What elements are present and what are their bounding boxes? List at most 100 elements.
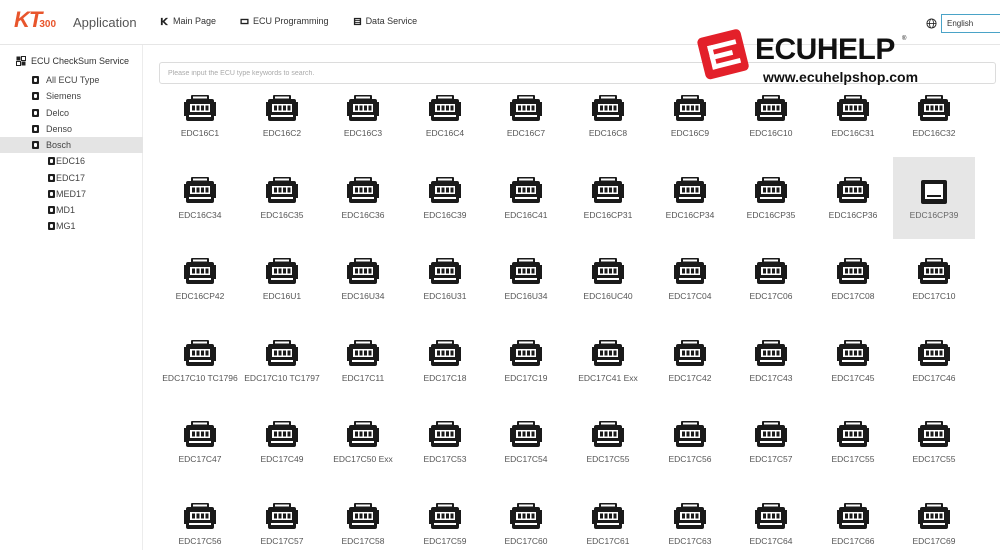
sidebar-item[interactable]: EDC17 bbox=[0, 170, 143, 186]
ecu-item[interactable]: EDC16CP31 bbox=[567, 157, 649, 239]
ecu-item[interactable]: EDC17C47 bbox=[159, 401, 241, 483]
ecu-item[interactable]: EDC17C59 bbox=[404, 483, 486, 550]
ecu-item[interactable]: EDC16C9 bbox=[649, 75, 731, 157]
ecu-item[interactable]: EDC16C31 bbox=[812, 75, 894, 157]
ecu-item[interactable]: EDC17C53 bbox=[404, 401, 486, 483]
ecu-item[interactable]: EDC16C3 bbox=[322, 75, 404, 157]
ecu-item[interactable]: EDC16U34 bbox=[485, 238, 567, 320]
ecu-item[interactable]: EDC17C58 bbox=[322, 483, 404, 550]
ecu-item[interactable]: EDC16C4 bbox=[404, 75, 486, 157]
ecu-item[interactable]: EDC16CP39 bbox=[893, 157, 975, 239]
watermark-url: www.ecuhelpshop.com bbox=[763, 69, 919, 85]
ecu-module-icon bbox=[428, 338, 462, 372]
watermark-registered: ® bbox=[902, 36, 907, 42]
ecu-item[interactable]: EDC16C8 bbox=[567, 75, 649, 157]
ecu-item[interactable]: EDC16C32 bbox=[893, 75, 975, 157]
ecu-item[interactable]: EDC17C06 bbox=[730, 238, 812, 320]
ecu-item[interactable]: EDC17C46 bbox=[893, 320, 975, 402]
ecu-module-icon bbox=[917, 93, 951, 127]
ecu-item[interactable]: EDC16C36 bbox=[322, 157, 404, 239]
sidebar-item[interactable]: All ECU Type bbox=[0, 72, 143, 88]
ecu-item[interactable]: EDC17C55 bbox=[567, 401, 649, 483]
ecu-item[interactable]: EDC17C69 bbox=[893, 483, 975, 550]
ecu-module-icon bbox=[754, 256, 788, 290]
language-select[interactable]: English bbox=[941, 14, 1000, 33]
ecu-module-icon bbox=[509, 419, 543, 453]
ecu-item[interactable]: EDC17C57 bbox=[730, 401, 812, 483]
ecu-item[interactable]: EDC17C60 bbox=[485, 483, 567, 550]
ecu-module-icon bbox=[346, 175, 380, 209]
nav-data-service[interactable]: Data Service bbox=[353, 16, 418, 26]
ecu-item[interactable]: EDC17C04 bbox=[649, 238, 731, 320]
sidebar-item-label: Denso bbox=[46, 124, 73, 134]
ecu-item[interactable]: EDC17C10 TC1796 bbox=[159, 320, 241, 402]
ecu-item[interactable]: EDC17C08 bbox=[812, 238, 894, 320]
sidebar-item[interactable]: MED17 bbox=[0, 186, 143, 202]
ecu-item[interactable]: EDC17C64 bbox=[730, 483, 812, 550]
ecu-item[interactable]: EDC17C49 bbox=[241, 401, 323, 483]
ecu-item[interactable]: EDC16CP36 bbox=[812, 157, 894, 239]
sidebar-item[interactable]: Siemens bbox=[0, 88, 143, 104]
ecu-item-label: EDC16C35 bbox=[260, 210, 304, 220]
ecu-item[interactable]: EDC17C61 bbox=[567, 483, 649, 550]
ecu-item-label: EDC16C34 bbox=[178, 210, 222, 220]
ecu-item[interactable]: EDC17C19 bbox=[485, 320, 567, 402]
sidebar-item[interactable]: Bosch bbox=[0, 137, 143, 153]
ecu-item[interactable]: EDC17C18 bbox=[404, 320, 486, 402]
ecu-item[interactable]: EDC17C10 bbox=[893, 238, 975, 320]
ecu-item[interactable]: EDC16C7 bbox=[485, 75, 567, 157]
ecu-item-label: EDC16C32 bbox=[912, 128, 956, 138]
ecu-item[interactable]: EDC17C43 bbox=[730, 320, 812, 402]
nav-main-page[interactable]: Main Page bbox=[160, 16, 216, 26]
ecu-item[interactable]: EDC17C45 bbox=[812, 320, 894, 402]
ecu-item[interactable]: EDC16U34 bbox=[322, 238, 404, 320]
ecu-item[interactable]: EDC17C41 Exx bbox=[567, 320, 649, 402]
ecu-item[interactable]: EDC16C35 bbox=[241, 157, 323, 239]
ecu-item-label: EDC17C53 bbox=[423, 454, 467, 464]
ecu-module-icon bbox=[673, 256, 707, 290]
ecu-item[interactable]: EDC16C10 bbox=[730, 75, 812, 157]
sidebar-item-label: All ECU Type bbox=[46, 75, 100, 85]
ecu-item[interactable]: EDC16C39 bbox=[404, 157, 486, 239]
sidebar-item[interactable]: MD1 bbox=[0, 202, 143, 218]
ecu-item[interactable]: EDC16CP34 bbox=[649, 157, 731, 239]
ecu-item-label: EDC16CP34 bbox=[665, 210, 715, 220]
ecu-module-icon bbox=[265, 419, 299, 453]
nav-ecu-programming[interactable]: ECU Programming bbox=[240, 16, 329, 26]
ecu-item[interactable]: EDC17C63 bbox=[649, 483, 731, 550]
sidebar-item[interactable]: Delco bbox=[0, 105, 143, 121]
ecu-item[interactable]: EDC16C41 bbox=[485, 157, 567, 239]
nav-label: Data Service bbox=[365, 16, 418, 26]
sidebar-item[interactable]: Denso bbox=[0, 121, 143, 137]
ecu-item-label: EDC16U34 bbox=[504, 291, 548, 301]
ecu-item-label: EDC17C18 bbox=[423, 373, 467, 383]
ecu-item[interactable]: EDC16CP35 bbox=[730, 157, 812, 239]
ecu-item[interactable]: EDC16C2 bbox=[241, 75, 323, 157]
ecu-module-icon bbox=[265, 501, 299, 535]
ecu-item[interactable]: EDC17C57 bbox=[241, 483, 323, 550]
ecu-item[interactable]: EDC17C55 bbox=[812, 401, 894, 483]
ecu-item[interactable]: EDC17C10 TC1797 bbox=[241, 320, 323, 402]
ecu-item[interactable]: EDC16UC40 bbox=[567, 238, 649, 320]
ecu-item[interactable]: EDC17C55 bbox=[893, 401, 975, 483]
ecu-module-icon bbox=[591, 419, 625, 453]
ecu-item[interactable]: EDC17C66 bbox=[812, 483, 894, 550]
sidebar-item[interactable]: MG1 bbox=[0, 218, 143, 234]
ecu-item[interactable]: EDC17C56 bbox=[159, 483, 241, 550]
ecu-item-label: EDC17C50 Exx bbox=[333, 454, 393, 464]
ecu-item-label: EDC17C10 bbox=[912, 291, 956, 301]
ecu-item[interactable]: EDC16U1 bbox=[241, 238, 323, 320]
sidebar-item[interactable]: EDC16 bbox=[0, 153, 143, 169]
ecu-module-icon bbox=[346, 338, 380, 372]
ecu-item[interactable]: EDC16C34 bbox=[159, 157, 241, 239]
ecu-item[interactable]: EDC16U31 bbox=[404, 238, 486, 320]
ecu-item[interactable]: EDC17C42 bbox=[649, 320, 731, 402]
ecu-item[interactable]: EDC16CP42 bbox=[159, 238, 241, 320]
item-icon bbox=[48, 222, 55, 230]
ecu-item[interactable]: EDC17C56 bbox=[649, 401, 731, 483]
ecu-item[interactable]: EDC17C50 Exx bbox=[322, 401, 404, 483]
ecu-item-label: EDC17C06 bbox=[749, 291, 793, 301]
ecu-item[interactable]: EDC16C1 bbox=[159, 75, 241, 157]
ecu-item[interactable]: EDC17C11 bbox=[322, 320, 404, 402]
ecu-item[interactable]: EDC17C54 bbox=[485, 401, 567, 483]
